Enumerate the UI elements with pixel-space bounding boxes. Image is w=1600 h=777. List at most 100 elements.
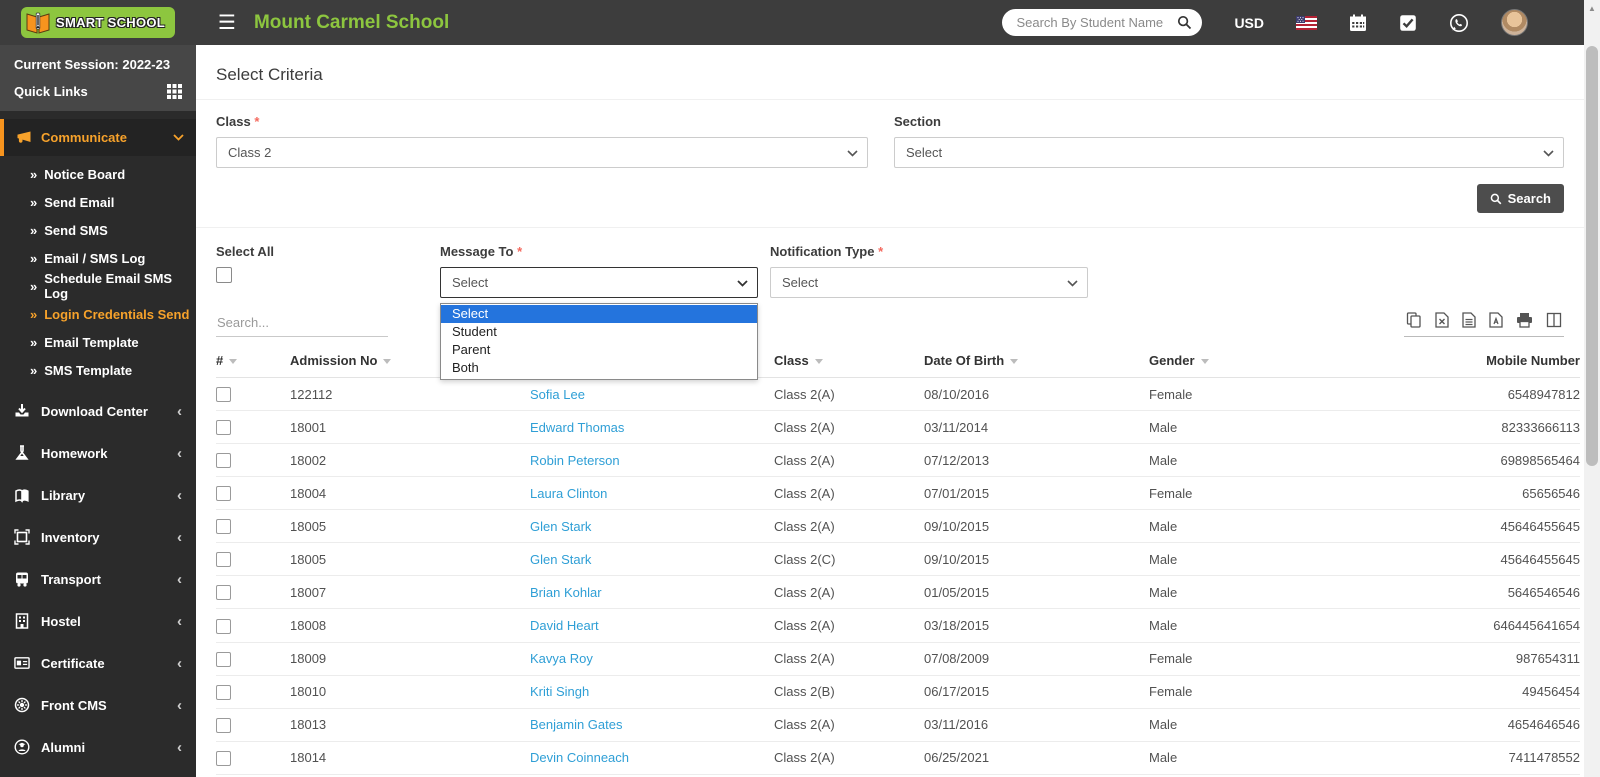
admission-no-cell: 18005	[290, 543, 530, 576]
mobile-cell: 6548947812	[1314, 378, 1580, 411]
class-cell: Class 2(A)	[774, 411, 924, 444]
scrollbar-up-arrow[interactable]: ▲	[1584, 0, 1600, 16]
calendar-icon[interactable]	[1349, 14, 1367, 32]
dob-cell: 03/11/2014	[924, 411, 1149, 444]
sidebar-subitem-sms-template[interactable]: »SMS Template	[0, 356, 196, 384]
csv-export-icon[interactable]	[1462, 312, 1476, 328]
class-cell: Class 2(A)	[774, 708, 924, 741]
export-toolbar	[1404, 312, 1564, 337]
print-icon[interactable]	[1516, 312, 1533, 328]
sidebar-modules: Download Center‹Homework‹Library‹Invento…	[0, 390, 196, 768]
student-name-link[interactable]: Robin Peterson	[530, 453, 620, 468]
sidebar-subitem-notice-board[interactable]: »Notice Board	[0, 160, 196, 188]
row-checkbox[interactable]	[216, 519, 231, 534]
chevron-left-icon: ‹	[177, 697, 182, 714]
megaphone-icon	[16, 130, 32, 146]
class-select[interactable]: Class 2	[216, 137, 868, 168]
sidebar-subitem-email-template[interactable]: »Email Template	[0, 328, 196, 356]
sidebar-item-communicate[interactable]: Communicate	[0, 119, 196, 156]
currency-selector[interactable]: USD	[1234, 15, 1264, 31]
language-flag-icon[interactable]	[1296, 16, 1317, 30]
class-cell: Class 2(A)	[774, 378, 924, 411]
sidebar-item-library[interactable]: Library‹	[0, 474, 196, 516]
student-name-link[interactable]: Kavya Roy	[530, 651, 593, 666]
row-checkbox[interactable]	[216, 718, 231, 733]
app-logo[interactable]: SMART SCHOOL	[0, 0, 196, 45]
sidebar-item-homework[interactable]: Homework‹	[0, 432, 196, 474]
copy-icon[interactable]	[1406, 312, 1422, 328]
student-name-link[interactable]: Benjamin Gates	[530, 717, 623, 732]
sidebar-subitem-send-email[interactable]: »Send Email	[0, 188, 196, 216]
quick-links[interactable]: Quick Links	[14, 84, 182, 99]
student-name-link[interactable]: Kriti Singh	[530, 684, 589, 699]
section-select[interactable]: Select	[894, 137, 1564, 168]
double-arrow-icon: »	[30, 307, 37, 322]
search-button[interactable]: Search	[1477, 184, 1564, 213]
column-header-class[interactable]: Class	[774, 343, 924, 378]
student-search-input[interactable]	[1002, 9, 1202, 36]
admission-no-cell: 18010	[290, 675, 530, 708]
sidebar-subitem-email-sms-log[interactable]: »Email / SMS Log	[0, 244, 196, 272]
pdf-export-icon[interactable]	[1489, 312, 1503, 328]
dropdown-option-select[interactable]: Select	[441, 305, 757, 323]
student-name-link[interactable]: Devin Coinneach	[530, 750, 629, 765]
column-header-#[interactable]: #	[216, 343, 290, 378]
excel-export-icon[interactable]	[1435, 312, 1449, 328]
row-checkbox[interactable]	[216, 619, 231, 634]
row-checkbox[interactable]	[216, 420, 231, 435]
sidebar-item-certificate[interactable]: Certificate‹	[0, 642, 196, 684]
column-header-date-of-birth[interactable]: Date Of Birth	[924, 343, 1149, 378]
row-checkbox[interactable]	[216, 652, 231, 667]
dropdown-option-both[interactable]: Both	[441, 359, 757, 377]
graduate-icon	[14, 739, 30, 755]
student-name-link[interactable]: David Heart	[530, 618, 599, 633]
whatsapp-icon[interactable]	[1449, 13, 1469, 33]
task-check-icon[interactable]	[1399, 14, 1417, 32]
student-name-link[interactable]: Laura Clinton	[530, 486, 607, 501]
row-checkbox[interactable]	[216, 751, 231, 766]
column-visibility-icon[interactable]	[1546, 312, 1562, 328]
student-name-link[interactable]: Sofia Lee	[530, 387, 585, 402]
hamburger-menu-icon[interactable]: ☰	[218, 13, 236, 33]
grid-icon[interactable]	[167, 84, 182, 99]
notification-type-select[interactable]: Select	[770, 267, 1088, 298]
sidebar-subitem-login-credentials-send[interactable]: »Login Credentials Send	[0, 300, 196, 328]
sidebar-item-transport[interactable]: Transport‹	[0, 558, 196, 600]
row-checkbox[interactable]	[216, 387, 231, 402]
row-checkbox[interactable]	[216, 453, 231, 468]
select-all-checkbox[interactable]	[216, 267, 232, 283]
admission-no-cell: 18007	[290, 576, 530, 609]
dob-cell: 06/17/2015	[924, 675, 1149, 708]
gender-cell: Male	[1149, 444, 1314, 477]
row-checkbox[interactable]	[216, 585, 231, 600]
admission-no-cell: 18009	[290, 642, 530, 675]
sidebar-item-front-cms[interactable]: Front CMS‹	[0, 684, 196, 726]
student-name-link[interactable]: Glen Stark	[530, 552, 591, 567]
table-search-input[interactable]	[216, 312, 388, 337]
sidebar-subitem-schedule-email-sms-log[interactable]: »Schedule Email SMS Log	[0, 272, 196, 300]
sidebar-subitem-label: Schedule Email SMS Log	[44, 271, 196, 301]
student-name-link[interactable]: Edward Thomas	[530, 420, 624, 435]
gender-cell: Female	[1149, 378, 1314, 411]
sidebar-item-hostel[interactable]: Hostel‹	[0, 600, 196, 642]
sidebar-item-download-center[interactable]: Download Center‹	[0, 390, 196, 432]
scrollbar-thumb[interactable]	[1586, 46, 1598, 466]
dropdown-option-student[interactable]: Student	[441, 323, 757, 341]
row-checkbox[interactable]	[216, 685, 231, 700]
sort-icon	[229, 359, 237, 364]
row-checkbox[interactable]	[216, 486, 231, 501]
sidebar-subitem-send-sms[interactable]: »Send SMS	[0, 216, 196, 244]
column-header-gender[interactable]: Gender	[1149, 343, 1314, 378]
sidebar-item-label: Hostel	[41, 614, 81, 629]
user-avatar[interactable]	[1501, 9, 1528, 36]
class-select-value: Class 2	[228, 145, 271, 160]
search-icon[interactable]	[1177, 15, 1192, 30]
dropdown-option-parent[interactable]: Parent	[441, 341, 757, 359]
message-to-select[interactable]: Select	[440, 267, 758, 298]
student-name-link[interactable]: Glen Stark	[530, 519, 591, 534]
student-name-link[interactable]: Brian Kohlar	[530, 585, 602, 600]
row-checkbox[interactable]	[216, 552, 231, 567]
sidebar-item-alumni[interactable]: Alumni‹	[0, 726, 196, 768]
page-scrollbar[interactable]: ▲	[1584, 0, 1600, 777]
sidebar-item-inventory[interactable]: Inventory‹	[0, 516, 196, 558]
